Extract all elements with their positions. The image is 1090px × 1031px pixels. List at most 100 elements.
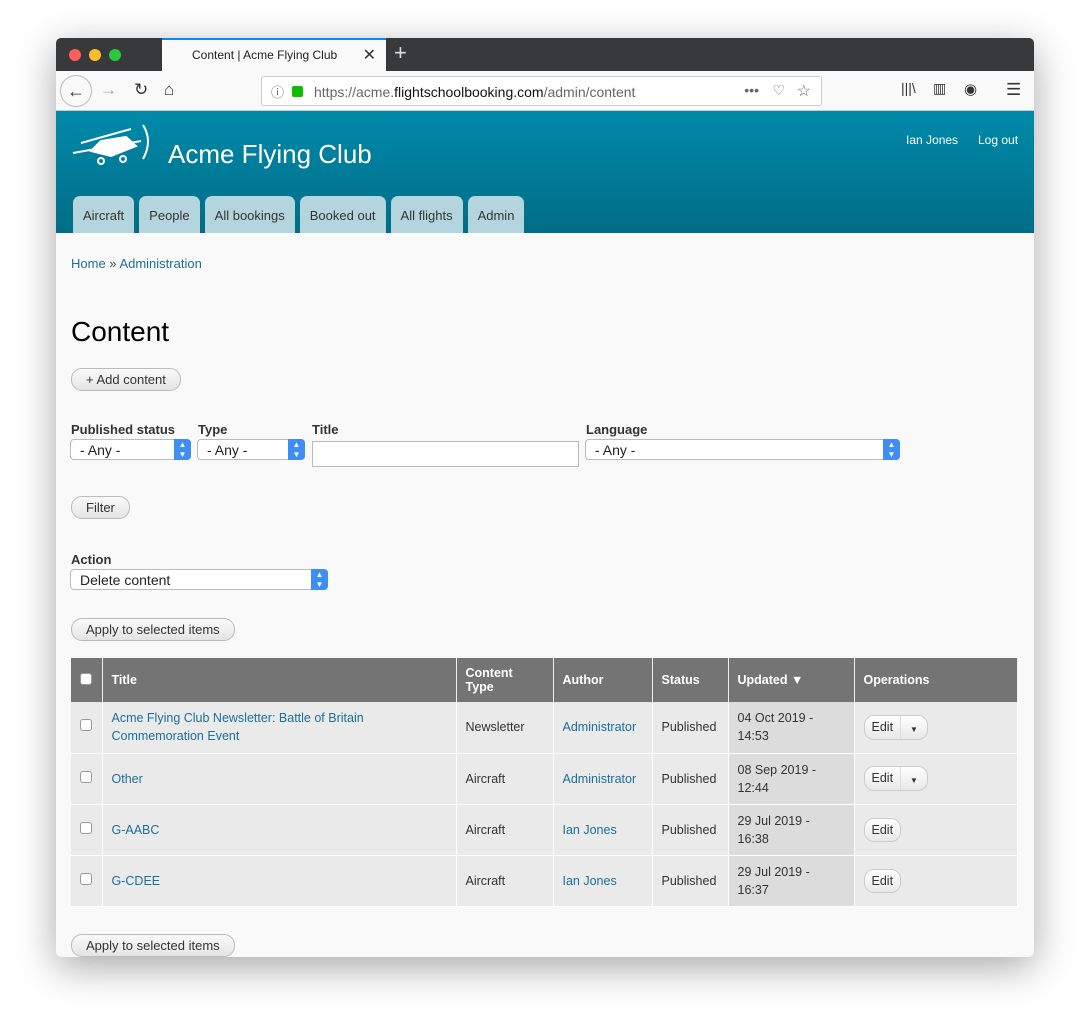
select-all-checkbox[interactable] [80,672,92,685]
updated-cell: 08 Sep 2019 - 12:44 [728,753,855,805]
status-cell: Published [652,702,729,754]
type-select[interactable]: - Any - ▲ ▼ [197,439,305,460]
menu-icon[interactable]: ☰ [1006,80,1021,100]
browser-tab[interactable]: Content | Acme Flying Club ✕ [162,38,386,71]
maximize-window-button[interactable] [109,49,121,61]
nav-tab-booked-out[interactable]: Booked out [299,196,386,233]
sidebar-icon[interactable]: ▥ [933,80,946,97]
author-cell: Ian Jones [553,855,653,907]
close-window-button[interactable] [69,49,81,61]
action-label: Action [71,552,112,567]
header-status[interactable]: Status [652,658,729,702]
edit-button[interactable]: Edit [865,716,901,739]
language-label: Language [586,422,648,437]
status-cell: Published [652,753,729,805]
edit-button[interactable]: Edit [865,767,901,790]
content-title-link[interactable]: Acme Flying Club Newsletter: Battle of B… [112,711,364,743]
site-name[interactable]: Acme Flying Club [168,139,372,170]
edit-button[interactable]: Edit [865,870,901,892]
action-select[interactable]: Delete content ▲ ▼ [70,569,328,590]
row-checkbox[interactable] [80,719,92,732]
filter-button[interactable]: Filter [71,496,130,519]
airplane-logo-icon[interactable] [71,121,151,166]
table-row: G-AABC Aircraft Ian Jones Published 29 J… [71,804,1018,856]
published-status-value: - Any - [80,442,121,458]
info-icon[interactable]: ⓘ [271,82,284,101]
nav-tab-aircraft[interactable]: Aircraft [73,196,135,233]
nav-tab-all-bookings[interactable]: All bookings [204,196,295,233]
type-label: Type [198,422,228,437]
operations-cell: Edit [854,804,1018,856]
header-title[interactable]: Title [102,658,457,702]
content-title-link[interactable]: G-AABC [112,823,160,837]
content-title-link[interactable]: Other [112,772,143,786]
operations-cell: Edit ▼ [854,702,1018,754]
edit-button-group: Edit ▼ [863,714,928,740]
language-select[interactable]: - Any - ▲ ▼ [585,439,900,460]
main-nav: Aircraft People All bookings Booked out … [73,196,525,233]
updated-cell: 04 Oct 2019 - 14:53 [728,702,855,754]
pocket-icon[interactable]: ♡ [772,82,785,99]
nav-tab-admin[interactable]: Admin [467,196,525,233]
forward-icon[interactable]: → [100,80,117,100]
status-cell: Published [652,855,729,907]
author-link[interactable]: Ian Jones [563,823,617,837]
lock-icon [292,86,303,97]
back-icon[interactable]: ← [60,75,92,107]
apply-selected-button-bottom[interactable]: Apply to selected items [71,934,235,957]
url-bar[interactable]: ⓘ https://acme.flightschoolbooking.com/a… [261,76,822,106]
tab-title: Content | Acme Flying Club [192,48,338,62]
apply-selected-button-top[interactable]: Apply to selected items [71,618,235,641]
nav-tab-all-flights[interactable]: All flights [390,196,463,233]
user-link[interactable]: Ian Jones [906,133,958,147]
row-checkbox[interactable] [80,770,92,783]
home-icon[interactable]: ⌂ [164,80,174,100]
new-tab-icon[interactable]: + [394,40,407,66]
page-title: Content [71,316,170,347]
author-link[interactable]: Administrator [563,720,637,734]
site-header: Acme Flying Club Ian Jones Log out Aircr… [56,111,1034,233]
add-content-button[interactable]: + Add content [71,368,181,391]
dropdown-arrow-icon[interactable]: ▼ [900,767,927,790]
breadcrumb-administration[interactable]: Administration [119,256,201,271]
type-value: - Any - [207,442,248,458]
breadcrumb-separator: » [105,256,120,271]
account-icon[interactable]: ◉ [964,80,977,98]
dropdown-arrow-icon[interactable]: ▼ [900,715,927,739]
browser-window: Content | Acme Flying Club ✕ + ← → ↻ ⌂ ⓘ … [56,38,1034,957]
title-input[interactable] [312,441,579,467]
content-type-cell: Aircraft [456,804,554,856]
reload-icon[interactable]: ↻ [134,80,148,100]
url-domain: flightschoolbooking.com [394,84,544,100]
nav-tab-people[interactable]: People [139,196,200,233]
header-updated-label: Updated [737,673,788,687]
author-cell: Administrator [553,753,653,805]
breadcrumb-home[interactable]: Home [71,256,106,271]
edit-button[interactable]: Edit [865,819,901,841]
browser-toolbar: ← → ↻ ⌂ ⓘ https://acme.flightschoolbooki… [56,71,1034,111]
library-icon[interactable]: |||\ [901,80,916,96]
title-label: Title [312,422,339,437]
author-link[interactable]: Administrator [563,772,637,786]
row-select-cell [71,804,103,856]
content-title-link[interactable]: G-CDEE [112,874,161,888]
url-prefix: https://acme. [314,84,395,100]
select-arrows-icon: ▲ ▼ [288,439,305,460]
published-status-select[interactable]: - Any - ▲ ▼ [70,439,191,460]
logout-link[interactable]: Log out [978,133,1018,147]
minimize-window-button[interactable] [89,49,101,61]
content-type-cell: Aircraft [456,753,554,805]
title-cell: G-AABC [102,804,457,856]
bookmark-star-icon[interactable]: ☆ [797,81,811,101]
table-row: Other Aircraft Administrator Published 0… [71,753,1018,805]
header-content-type[interactable]: Content Type [456,658,554,702]
header-updated[interactable]: Updated ▼ [728,658,855,702]
operations-cell: Edit [854,855,1018,907]
more-icon[interactable]: ••• [744,82,759,98]
row-checkbox[interactable] [80,821,92,834]
header-author[interactable]: Author [553,658,653,702]
close-tab-icon[interactable]: ✕ [363,45,376,65]
url-path: /admin/content [543,84,636,100]
author-link[interactable]: Ian Jones [563,874,617,888]
row-checkbox[interactable] [80,872,92,885]
